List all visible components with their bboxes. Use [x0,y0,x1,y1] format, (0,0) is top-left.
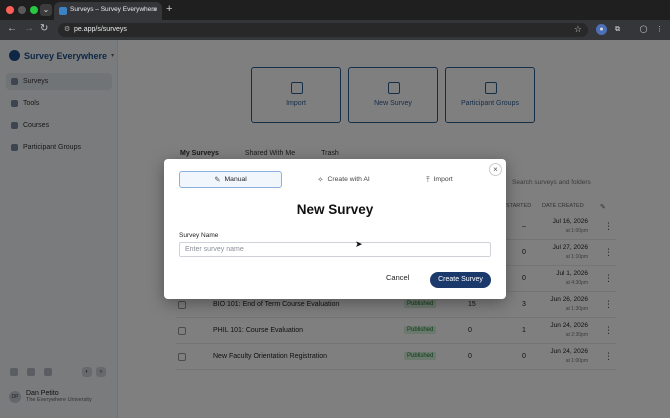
extension-icon[interactable]: ● [596,24,607,35]
tab-manual-label: Manual [224,176,247,183]
cancel-button[interactable]: Cancel [386,273,409,282]
browser-tab-strip: ⌄ Surveys – Survey Everywhere × + [0,0,670,20]
forward-icon[interactable]: → [24,23,34,34]
favicon-icon [59,7,67,15]
puzzle-icon[interactable]: ⧉ [612,24,623,35]
create-survey-button[interactable]: Create Survey [430,272,491,288]
tab-search-button[interactable]: ⌄ [40,4,52,16]
new-survey-dialog: × ✎ Manual ✧ Create with AI ⤒ Import New… [164,159,506,299]
address-url: pe.app/s/surveys [74,26,127,33]
reload-icon[interactable]: ↻ [40,23,48,34]
pencil-icon: ✎ [214,175,221,184]
kebab-menu-icon[interactable]: ⋮ [654,24,665,35]
mouse-cursor-icon: ➤ [355,239,363,249]
survey-name-input[interactable] [179,242,491,257]
address-bar[interactable]: ⚙ pe.app/s/surveys ☆ [58,23,588,37]
tab-manual[interactable]: ✎ Manual [179,171,282,188]
survey-name-label: Survey Name [179,232,219,239]
window-zoom-button[interactable] [30,6,38,14]
tab-create-with-ai[interactable]: ✧ Create with AI [292,171,395,188]
dialog-title: New Survey [296,202,374,217]
bookmark-star-icon[interactable]: ☆ [574,24,582,35]
new-tab-button[interactable]: + [166,3,172,15]
upload-icon: ⤒ [426,174,430,184]
browser-tab-surveys[interactable]: Surveys – Survey Everywhere × [54,2,162,20]
tab-import-label: Import [433,176,453,183]
site-info-icon[interactable]: ⚙ [64,25,70,33]
tab-close-icon[interactable]: × [152,5,157,14]
tab-title: Surveys – Survey Everywhere [70,6,158,13]
sparkle-icon: ✧ [317,175,324,184]
tab-create-with-ai-label: Create with AI [327,176,370,183]
tab-import[interactable]: ⤒ Import [388,171,491,188]
window-minimize-button[interactable] [18,6,26,14]
profile-icon[interactable]: ◯ [638,24,649,35]
window-close-button[interactable] [6,6,14,14]
back-icon[interactable]: ← [7,23,17,34]
browser-toolbar: ← → ↻ ⚙ pe.app/s/surveys ☆ ● ⧉ ◯ ⋮ [0,20,670,40]
